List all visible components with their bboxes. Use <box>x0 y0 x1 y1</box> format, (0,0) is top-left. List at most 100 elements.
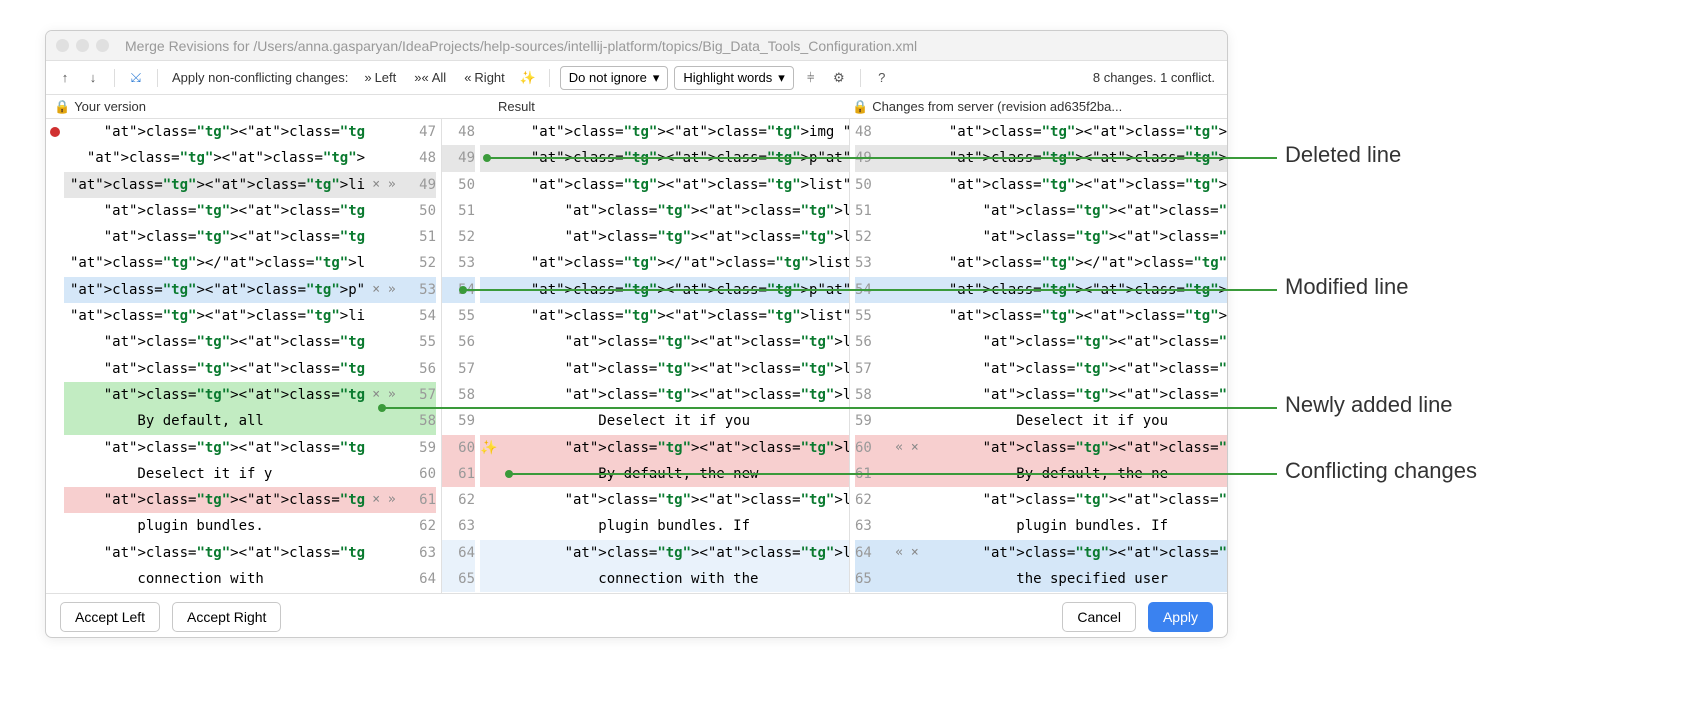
compare-arrows-icon[interactable]: ⤩ <box>125 67 147 89</box>
apply-all-button[interactable]: »«All <box>408 70 452 85</box>
changes-summary: 8 changes. 1 conflict. <box>1089 70 1219 85</box>
code-line[interactable]: "at">class="tg"><"at">class="tg">li"at">… <box>508 329 849 355</box>
line-number: 65 <box>855 566 888 592</box>
connector-cell <box>480 329 508 355</box>
code-line[interactable]: "at">class="tg"><"at">class="tg">list"at… <box>64 303 365 329</box>
lock-icon: 🔒 <box>54 99 70 115</box>
minimize-icon[interactable] <box>76 39 89 52</box>
apply-reject-action[interactable]: × » <box>365 172 403 198</box>
maximize-icon[interactable] <box>96 39 109 52</box>
line-number: 57 <box>403 382 436 408</box>
line-number: 53 <box>442 250 475 276</box>
line-number: 62 <box>403 513 436 539</box>
apply-button[interactable]: Apply <box>1148 602 1213 632</box>
code-line[interactable]: "at">class="tg"><"at">class="tg">li"at">… <box>926 382 1228 408</box>
code-line[interactable]: plugin bundles. If <box>926 513 1228 539</box>
code-line[interactable]: connection with the <box>508 566 849 592</box>
apply-right-button[interactable]: «Right <box>458 70 511 85</box>
code-line[interactable]: "at">class="tg"><"at">class="tg">li"at">… <box>508 435 849 461</box>
accept-right-button[interactable]: Accept Right <box>172 602 281 632</box>
code-line[interactable]: "at">class="tg"><"at">class="tg">li"at">… <box>64 382 365 408</box>
apply-reject-action <box>888 172 926 198</box>
code-line[interactable]: "at">class="tg"><"at">class="tg">li"at">… <box>926 487 1228 513</box>
line-number: 48 <box>442 119 475 145</box>
code-line[interactable]: Deselect it if y <box>64 461 365 487</box>
highlight-combo[interactable]: Highlight words ▾ <box>674 66 793 90</box>
line-number: 50 <box>442 172 475 198</box>
code-line[interactable]: connection with <box>64 566 365 592</box>
prev-change-icon[interactable]: ↑ <box>54 67 76 89</box>
code-line[interactable]: "at">class="tg"></"at">class="tg">list"a… <box>926 250 1228 276</box>
line-number: 55 <box>855 303 888 329</box>
gutter-cell <box>46 172 64 198</box>
code-line[interactable]: "at">class="tg"><"at">class="tg">li"at">… <box>64 540 365 566</box>
apply-reject-action <box>365 513 403 539</box>
code-line[interactable]: "at">class="tg"><"at">class="tg">li"at">… <box>508 540 849 566</box>
left-pane: "at">class="tg"><"at">class="tg">tab "at… <box>46 119 442 593</box>
code-line[interactable]: "at">class="tg"><"at">class="tg">li"at">… <box>64 198 365 224</box>
apply-reject-action <box>365 250 403 276</box>
magic-resolve-icon[interactable]: ✨ <box>480 435 508 461</box>
code-line[interactable]: "at">class="tg"><"at">class="tg">li"at">… <box>64 435 365 461</box>
code-line[interactable]: the specified user <box>926 566 1228 592</box>
code-line[interactable]: "at">class="tg"></"at">class="tg">list"a… <box>64 250 365 276</box>
apply-reject-action[interactable]: × » <box>365 277 403 303</box>
apply-reject-action[interactable]: « × <box>888 435 926 461</box>
cancel-button[interactable]: Cancel <box>1062 602 1136 632</box>
line-number: 52 <box>855 224 888 250</box>
apply-left-button[interactable]: »Left <box>358 70 402 85</box>
line-number: 58 <box>442 382 475 408</box>
code-line[interactable]: "at">class="tg"><"at">class="tg">img "at… <box>508 119 849 145</box>
code-line[interactable]: Deselect it if you <box>926 408 1228 434</box>
code-line[interactable]: "at">class="tg"><"at">class="tg">li"at">… <box>926 224 1228 250</box>
gutter-cell <box>46 277 64 303</box>
next-change-icon[interactable]: ↓ <box>82 67 104 89</box>
code-line[interactable]: plugin bundles. <box>64 513 365 539</box>
code-line[interactable]: "at">class="tg"><"at">class="tg">li"at">… <box>64 356 365 382</box>
code-line[interactable]: "at">class="tg"><"at">class="tg">li"at">… <box>508 224 849 250</box>
apply-reject-action[interactable]: × » <box>365 487 403 513</box>
code-line[interactable]: "at">class="tg"><"at">class="tg">list"at… <box>508 303 849 329</box>
accept-left-button[interactable]: Accept Left <box>60 602 160 632</box>
code-line[interactable]: "at">class="tg"><"at">class="tg">li"at">… <box>508 356 849 382</box>
connector-cell <box>480 382 508 408</box>
code-line[interactable]: "at">class="tg"><"at">class="tg">img "at… <box>926 119 1228 145</box>
code-line[interactable]: "at">class="tg"><"at">class="tg">li"at">… <box>926 540 1228 566</box>
gutter-cell <box>46 487 64 513</box>
code-line[interactable]: "at">class="tg"><"at">class="tg">li"at">… <box>64 224 365 250</box>
code-line[interactable]: "at">class="tg"></"at">class="tg">list"a… <box>508 250 849 276</box>
code-line[interactable]: "at">class="tg"><"at">class="tg">li"at">… <box>64 329 365 355</box>
help-icon[interactable]: ? <box>871 67 893 89</box>
gutter-cell <box>46 513 64 539</box>
code-line[interactable]: "at">class="tg"><"at">class="tg">list"at… <box>64 172 365 198</box>
code-line[interactable]: "at">class="tg"><"at">class="tg">li"at">… <box>508 198 849 224</box>
gutter-cell <box>46 198 64 224</box>
code-line[interactable]: "at">class="tg"><"at">class="tg">li"at">… <box>508 382 849 408</box>
ignore-combo[interactable]: Do not ignore ▾ <box>560 66 669 90</box>
settings-icon[interactable]: ⚙ <box>828 67 850 89</box>
code-line[interactable]: "at">class="tg"><"at">class="tg">li"at">… <box>508 487 849 513</box>
line-number: 62 <box>442 487 475 513</box>
apply-reject-action <box>365 435 403 461</box>
code-line[interactable]: "at">class="tg"><"at">class="tg">li"at">… <box>926 329 1228 355</box>
sync-scroll-icon[interactable]: ⫩ <box>800 67 822 89</box>
gutter-cell <box>46 250 64 276</box>
code-line[interactable]: "at">class="tg"><"at">class="tg">img "at… <box>64 145 365 171</box>
close-icon[interactable] <box>56 39 69 52</box>
code-line[interactable]: "at">class="tg"><"at">class="tg">tab "at… <box>64 119 365 145</box>
code-line[interactable]: "at">class="tg"><"at">class="tg">li"at">… <box>64 487 365 513</box>
code-line[interactable]: "at">class="tg"><"at">class="tg">list"at… <box>508 172 849 198</box>
code-line[interactable]: "at">class="tg"><"at">class="tg">p"at">c… <box>64 277 365 303</box>
code-line[interactable]: "at">class="tg"><"at">class="tg">list"at… <box>926 303 1228 329</box>
code-line[interactable]: "at">class="tg"><"at">class="tg">li"at">… <box>926 198 1228 224</box>
code-line[interactable]: "at">class="tg"><"at">class="tg">li"at">… <box>926 435 1228 461</box>
code-line[interactable]: "at">class="tg"><"at">class="tg">list"at… <box>926 172 1228 198</box>
line-number: 55 <box>442 303 475 329</box>
magic-resolve-icon[interactable]: ✨ <box>517 67 539 89</box>
code-line[interactable]: plugin bundles. If <box>508 513 849 539</box>
code-line[interactable]: Deselect it if you <box>508 408 849 434</box>
code-line[interactable]: "at">class="tg"><"at">class="tg">li"at">… <box>926 356 1228 382</box>
apply-reject-action[interactable]: « × <box>888 540 926 566</box>
code-line[interactable]: By default, all <box>64 408 365 434</box>
line-number: 60 <box>442 435 475 461</box>
